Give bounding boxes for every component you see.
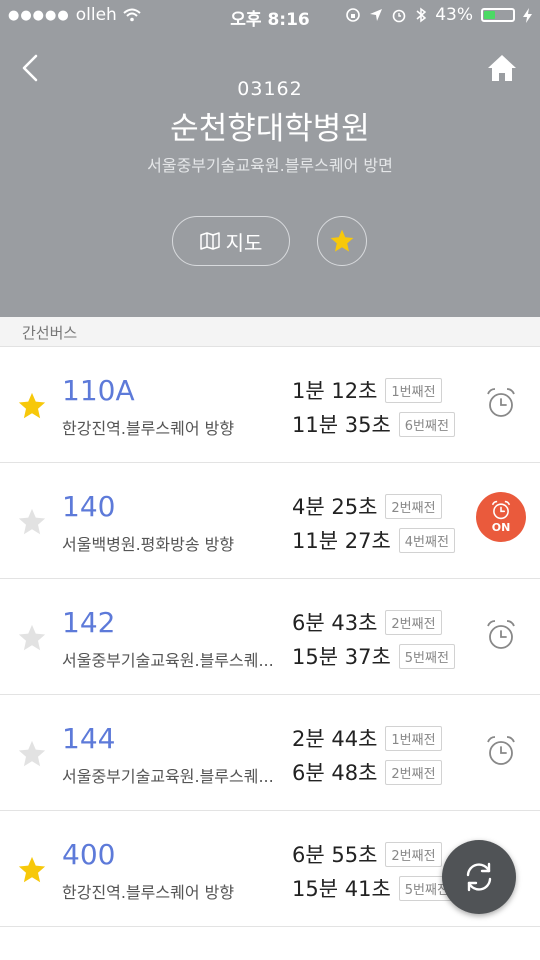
alarm-on-button[interactable]: ON (476, 492, 526, 542)
status-bar: ●●●●● olleh 오후 8:16 43% (0, 0, 540, 32)
arrival-first: 1분 12초 1번째전 (292, 375, 442, 405)
star-icon[interactable] (17, 507, 47, 537)
stop-name: 순천향대학병원 (170, 111, 370, 147)
route-number: 110A (62, 374, 135, 407)
star-icon[interactable] (17, 855, 47, 885)
arrival-first: 2분 44초 1번째전 (292, 723, 442, 753)
stops-away-badge: 2번째전 (385, 759, 442, 785)
arrival-time: 11분 27초 (292, 529, 391, 553)
arrival-time: 15분 37초 (292, 645, 391, 669)
stop-header: ●●●●● olleh 오후 8:16 43% 03162 순천향대학병원 서울… (0, 0, 540, 317)
battery-level (484, 11, 496, 19)
stop-id: 03162 (237, 78, 303, 100)
battery-percent: 43% (435, 5, 473, 25)
bus-row-110A[interactable]: 110A 한강진역.블루스퀘어 방향 1분 12초 1번째전 11분 35초 6… (0, 347, 540, 463)
route-direction: 서울중부기술교육원.블루스퀘... (62, 651, 274, 670)
arrival-second: 11분 27초 4번째전 (292, 525, 455, 555)
alarm-status-icon (392, 9, 406, 23)
arrival-time: 6분 43초 (292, 611, 378, 635)
route-direction: 서울백병원.평화방송 방향 (62, 535, 235, 554)
map-button[interactable]: 지도 (172, 216, 290, 266)
refresh-button[interactable] (442, 840, 516, 914)
arrival-time: 11분 35초 (292, 413, 391, 437)
bus-row-140[interactable]: 140 서울백병원.평화방송 방향 4분 25초 2번째전 11분 27초 4번… (0, 463, 540, 579)
route-number: 142 (62, 606, 116, 639)
arrival-second: 15분 37초 5번째전 (292, 641, 455, 671)
arrival-time: 6분 48초 (292, 761, 378, 785)
alarm-clock-icon[interactable] (484, 386, 518, 420)
arrival-first: 6분 55초 2번째전 (292, 839, 442, 869)
arrival-time: 1분 12초 (292, 379, 378, 403)
stop-direction: 서울중부기술교육원.블루스퀘어 방면 (147, 156, 393, 175)
stops-away-badge: 5번째전 (398, 643, 455, 669)
map-icon (199, 232, 220, 250)
arrival-time: 2분 44초 (292, 727, 378, 751)
alarm-clock-icon (491, 500, 511, 520)
bus-row-142[interactable]: 142 서울중부기술교육원.블루스퀘... 6분 43초 2번째전 15분 37… (0, 579, 540, 695)
status-right: 43% (345, 5, 532, 25)
star-icon[interactable] (17, 739, 47, 769)
route-number: 400 (62, 838, 116, 871)
stops-away-badge: 2번째전 (385, 609, 442, 635)
bus-list: 110A 한강진역.블루스퀘어 방향 1분 12초 1번째전 11분 35초 6… (0, 347, 540, 927)
arrival-time: 6분 55초 (292, 843, 378, 867)
stops-away-badge: 2번째전 (385, 841, 442, 867)
star-icon[interactable] (17, 391, 47, 421)
arrival-first: 6분 43초 2번째전 (292, 607, 442, 637)
bus-row-144[interactable]: 144 서울중부기술교육원.블루스퀘... 2분 44초 1번째전 6분 48초… (0, 695, 540, 811)
stops-away-badge: 2번째전 (385, 493, 442, 519)
location-arrow-icon (370, 9, 383, 21)
map-button-label: 지도 (225, 230, 263, 255)
alarm-clock-icon[interactable] (484, 618, 518, 652)
route-number: 140 (62, 490, 116, 523)
favorite-stop-button[interactable] (317, 216, 367, 266)
alarm-on-label: ON (491, 521, 511, 534)
stops-away-badge: 1번째전 (385, 725, 442, 751)
charging-bolt-icon (523, 7, 532, 23)
star-icon[interactable] (17, 623, 47, 653)
stops-away-badge: 6번째전 (398, 411, 455, 437)
stops-away-badge: 4번째전 (398, 527, 455, 553)
arrival-first: 4분 25초 2번째전 (292, 491, 442, 521)
arrival-time: 15분 41초 (292, 877, 391, 901)
route-direction: 한강진역.블루스퀘어 방향 (62, 419, 235, 438)
arrival-second: 6분 48초 2번째전 (292, 757, 442, 787)
route-direction: 서울중부기술교육원.블루스퀘... (62, 767, 274, 786)
rotation-lock-icon (346, 8, 361, 22)
arrival-time: 4분 25초 (292, 495, 378, 519)
bluetooth-icon (416, 7, 427, 23)
battery-icon (481, 8, 515, 22)
refresh-icon (466, 862, 492, 892)
arrival-second: 11분 35초 6번째전 (292, 409, 455, 439)
stops-away-badge: 1번째전 (385, 377, 442, 403)
route-number: 144 (62, 722, 116, 755)
star-icon (330, 229, 354, 252)
alarm-clock-icon[interactable] (484, 734, 518, 768)
route-direction: 한강진역.블루스퀘어 방향 (62, 883, 235, 902)
section-header: 간선버스 (0, 317, 540, 347)
arrival-second: 15분 41초 5번째전 (292, 873, 455, 903)
